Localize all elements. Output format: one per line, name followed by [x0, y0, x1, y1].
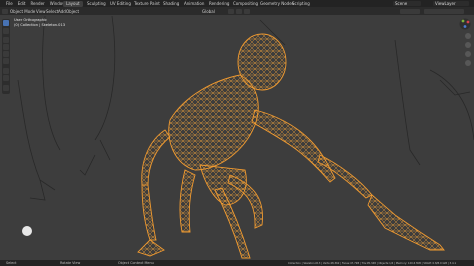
view-layer-selector[interactable]: ViewLayer [433, 1, 469, 6]
ortho-icon[interactable] [465, 60, 471, 66]
menu-select[interactable]: Select [46, 9, 58, 14]
cursor-icon[interactable] [3, 28, 9, 34]
select-box-icon[interactable] [3, 20, 9, 26]
tab-shading[interactable]: Shading [160, 1, 182, 7]
status-rotate: Rotate View [60, 260, 81, 265]
transform-orientation[interactable]: Global [202, 9, 215, 14]
scale-icon[interactable] [3, 51, 9, 57]
scene-selector[interactable]: Scene [393, 1, 421, 6]
status-stats: Collection | Skeleton.013 | Verts:48,362… [288, 261, 457, 265]
menu-object[interactable]: Object [66, 9, 79, 14]
camera-icon[interactable] [465, 51, 471, 57]
pivot-icon[interactable] [228, 8, 234, 14]
collection-info: (0) Collection | Skeleton.013 [14, 23, 66, 27]
editor-type-icon[interactable] [2, 8, 8, 14]
menu-add[interactable]: Add [58, 9, 66, 14]
menu-view[interactable]: View [36, 9, 46, 14]
top-bar: File Edit Render Window Help Layout Scul… [0, 0, 474, 7]
pan-icon[interactable] [465, 42, 471, 48]
tab-animation[interactable]: Animation [181, 1, 207, 7]
camera-gizmo-icon[interactable] [22, 226, 32, 236]
tab-rendering[interactable]: Rendering [206, 1, 232, 7]
transform-icon[interactable] [3, 58, 9, 64]
add-cube-icon[interactable] [3, 85, 9, 91]
snap-icon[interactable] [236, 8, 242, 14]
viewport-header: Object Mode View Select Add Object Globa… [0, 7, 474, 15]
zoom-icon[interactable] [465, 33, 471, 39]
menu-file[interactable]: File [6, 1, 13, 6]
nav-tools [465, 33, 471, 66]
status-bar: Select Rotate View Object Context Menu C… [0, 260, 474, 266]
view-name: User Orthographic [14, 18, 48, 22]
status-context: Object Context Menu [118, 260, 154, 265]
measure-icon[interactable] [3, 75, 9, 81]
proportional-icon[interactable] [244, 8, 250, 14]
tab-texture-paint[interactable]: Texture Paint [131, 1, 163, 7]
tab-uv-editing[interactable]: UV Editing [107, 1, 134, 7]
shading-buttons[interactable] [424, 8, 464, 14]
move-icon[interactable] [3, 37, 9, 43]
overlay-buttons[interactable] [400, 8, 420, 14]
tool-shelf [2, 19, 10, 94]
tab-layout[interactable]: Layout [63, 0, 83, 7]
status-select: Select [6, 260, 17, 265]
menu-edit[interactable]: Edit [18, 1, 26, 6]
rotate-icon[interactable] [3, 44, 9, 50]
annotate-icon[interactable] [3, 68, 9, 74]
tab-scripting[interactable]: Scripting [289, 1, 313, 7]
menu-render[interactable]: Render [30, 1, 44, 6]
viewport-canvas[interactable] [0, 15, 474, 260]
mode-selector[interactable]: Object Mode [10, 9, 35, 14]
tab-sculpting[interactable]: Sculpting [84, 1, 109, 7]
nav-gizmo-icon[interactable] [459, 18, 471, 30]
